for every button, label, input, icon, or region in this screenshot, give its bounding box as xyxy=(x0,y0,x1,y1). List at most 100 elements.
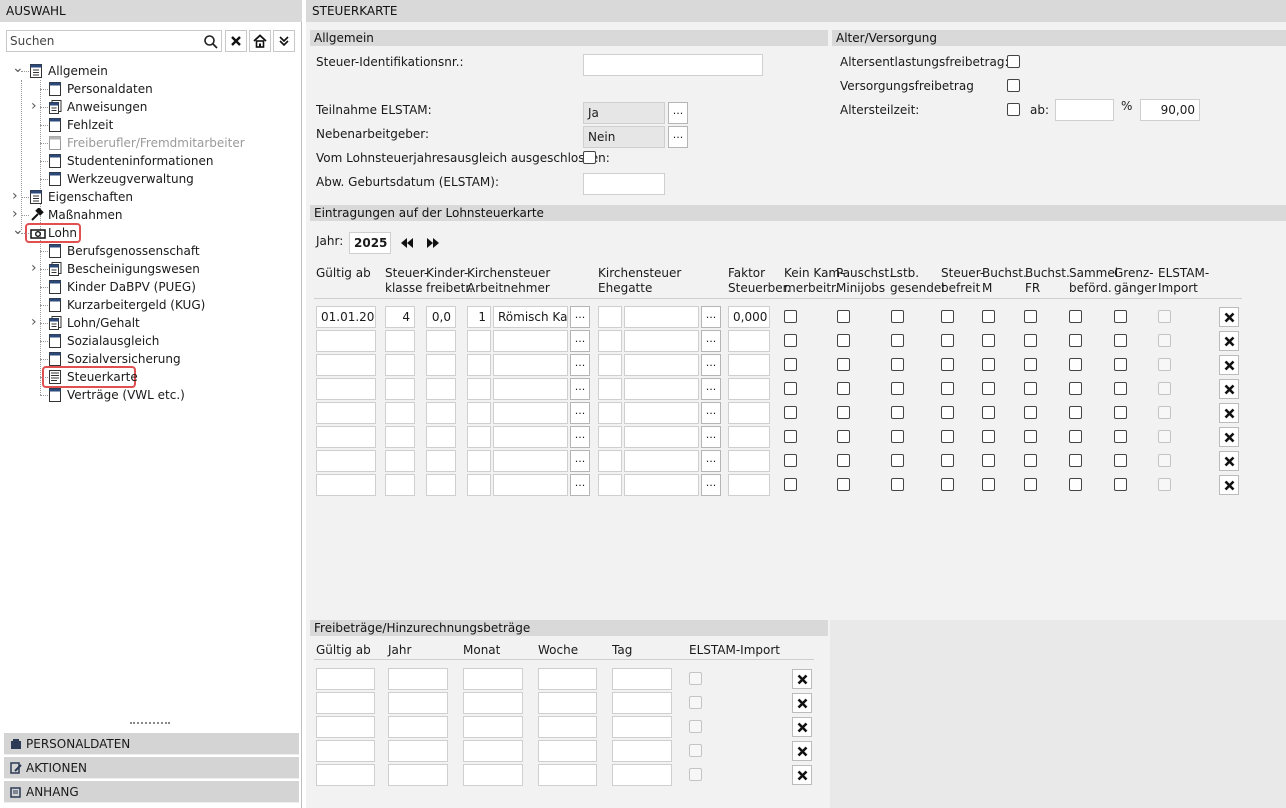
freibetrag-woche-input[interactable] xyxy=(538,764,597,786)
kirchensteuer-ehe-select-button[interactable]: ... xyxy=(701,354,721,376)
delete-row-button[interactable] xyxy=(1219,379,1239,399)
tab-anhang[interactable]: ANHANG xyxy=(4,781,299,803)
delete-freibetrag-button[interactable] xyxy=(792,717,812,737)
kinderfreibetrag-input[interactable] xyxy=(426,330,456,352)
delete-freibetrag-button[interactable] xyxy=(792,765,812,785)
sammelbefoerderung-checkbox[interactable] xyxy=(1069,382,1082,395)
kirchensteuer-ehe-input[interactable] xyxy=(624,378,699,400)
grenzgaenger-checkbox[interactable] xyxy=(1114,454,1127,467)
buchst-fr-checkbox[interactable] xyxy=(1024,382,1037,395)
kein-kammerbeitrag-checkbox[interactable] xyxy=(784,334,797,347)
next-year-button[interactable] xyxy=(426,237,440,252)
delete-freibetrag-button[interactable] xyxy=(792,669,812,689)
search-input[interactable] xyxy=(7,31,197,51)
kein-kammerbeitrag-checkbox[interactable] xyxy=(784,406,797,419)
kinderfreibetrag-input[interactable] xyxy=(426,474,456,496)
buchst-m-checkbox[interactable] xyxy=(982,478,995,491)
altersteilzeit-percent-input[interactable]: 90,00 xyxy=(1140,99,1200,121)
faktor-input[interactable] xyxy=(728,426,770,448)
pauschst-minijobs-checkbox[interactable] xyxy=(837,358,850,371)
kirchensteuer-ehe-select-button[interactable]: ... xyxy=(701,402,721,424)
freibetrag-gueltig-ab-input[interactable] xyxy=(316,716,375,738)
lohnsteuerjahresausgleich-checkbox[interactable] xyxy=(583,151,596,164)
kirchensteuer-ehe-code-input[interactable] xyxy=(598,474,622,496)
gueltig-ab-input[interactable] xyxy=(316,402,376,424)
kirchensteuer-an-select-button[interactable]: ... xyxy=(570,330,590,352)
chevron-right-icon[interactable]: › xyxy=(12,207,22,221)
jahr-input[interactable]: 2025 xyxy=(349,232,391,254)
steuerklasse-input[interactable]: 4 xyxy=(385,306,415,328)
sammelbefoerderung-checkbox[interactable] xyxy=(1069,454,1082,467)
freibetrag-tag-input[interactable] xyxy=(612,716,672,738)
lstb-gesendet-checkbox[interactable] xyxy=(891,310,904,323)
kirchensteuer-an-code-input[interactable] xyxy=(467,378,491,400)
steuerbefreit-checkbox[interactable] xyxy=(941,358,954,371)
grenzgaenger-checkbox[interactable] xyxy=(1114,406,1127,419)
lstb-gesendet-checkbox[interactable] xyxy=(891,334,904,347)
delete-row-button[interactable] xyxy=(1219,331,1239,351)
gueltig-ab-input[interactable] xyxy=(316,330,376,352)
gueltig-ab-input[interactable] xyxy=(316,426,376,448)
kirchensteuer-an-select-button[interactable]: ... xyxy=(570,474,590,496)
elstam-field[interactable]: Ja xyxy=(583,102,665,124)
freibetrag-monat-input[interactable] xyxy=(463,716,523,738)
kirchensteuer-ehe-input[interactable] xyxy=(624,426,699,448)
previous-year-button[interactable] xyxy=(400,237,414,252)
delete-freibetrag-button[interactable] xyxy=(792,693,812,713)
grenzgaenger-checkbox[interactable] xyxy=(1114,334,1127,347)
steuerklasse-input[interactable] xyxy=(385,426,415,448)
altersentlastung-checkbox[interactable] xyxy=(1007,55,1020,68)
kirchensteuer-an-select-button[interactable]: ... xyxy=(570,426,590,448)
kirchensteuer-an-code-input[interactable] xyxy=(467,402,491,424)
nebenarbeitgeber-select-button[interactable]: ... xyxy=(668,126,688,148)
freibetrag-jahr-input[interactable] xyxy=(388,764,448,786)
sammelbefoerderung-checkbox[interactable] xyxy=(1069,430,1082,443)
freibetrag-tag-input[interactable] xyxy=(612,692,672,714)
gueltig-ab-input[interactable] xyxy=(316,354,376,376)
freibetrag-monat-input[interactable] xyxy=(463,668,523,690)
kein-kammerbeitrag-checkbox[interactable] xyxy=(784,382,797,395)
delete-row-button[interactable] xyxy=(1219,475,1239,495)
kirchensteuer-an-input[interactable] xyxy=(493,330,568,352)
kirchensteuer-ehe-code-input[interactable] xyxy=(598,306,622,328)
delete-row-button[interactable] xyxy=(1219,307,1239,327)
kirchensteuer-an-input[interactable] xyxy=(493,378,568,400)
grenzgaenger-checkbox[interactable] xyxy=(1114,310,1127,323)
collapse-all-button[interactable] xyxy=(273,30,295,52)
steuerbefreit-checkbox[interactable] xyxy=(941,454,954,467)
grenzgaenger-checkbox[interactable] xyxy=(1114,358,1127,371)
kirchensteuer-an-select-button[interactable]: ... xyxy=(570,306,590,328)
buchst-m-checkbox[interactable] xyxy=(982,454,995,467)
kinderfreibetrag-input[interactable] xyxy=(426,402,456,424)
kein-kammerbeitrag-checkbox[interactable] xyxy=(784,478,797,491)
kirchensteuer-ehe-select-button[interactable]: ... xyxy=(701,306,721,328)
gueltig-ab-input[interactable] xyxy=(316,474,376,496)
faktor-input[interactable] xyxy=(728,354,770,376)
chevron-down-icon[interactable]: ⌄ xyxy=(12,61,24,76)
steuerbefreit-checkbox[interactable] xyxy=(941,478,954,491)
freibetrag-gueltig-ab-input[interactable] xyxy=(316,740,375,762)
pauschst-minijobs-checkbox[interactable] xyxy=(837,382,850,395)
freibetrag-tag-input[interactable] xyxy=(612,668,672,690)
versorgung-checkbox[interactable] xyxy=(1007,79,1020,92)
altersteilzeit-checkbox[interactable] xyxy=(1007,103,1020,116)
freibetrag-tag-input[interactable] xyxy=(612,764,672,786)
kirchensteuer-an-select-button[interactable]: ... xyxy=(570,354,590,376)
splitter-handle[interactable] xyxy=(130,722,170,724)
lstb-gesendet-checkbox[interactable] xyxy=(891,430,904,443)
buchst-fr-checkbox[interactable] xyxy=(1024,406,1037,419)
buchst-fr-checkbox[interactable] xyxy=(1024,478,1037,491)
steuerklasse-input[interactable] xyxy=(385,354,415,376)
buchst-fr-checkbox[interactable] xyxy=(1024,430,1037,443)
buchst-m-checkbox[interactable] xyxy=(982,334,995,347)
freibetrag-tag-input[interactable] xyxy=(612,740,672,762)
kirchensteuer-ehe-code-input[interactable] xyxy=(598,402,622,424)
lstb-gesendet-checkbox[interactable] xyxy=(891,406,904,419)
kinderfreibetrag-input[interactable] xyxy=(426,378,456,400)
sammelbefoerderung-checkbox[interactable] xyxy=(1069,310,1082,323)
delete-row-button[interactable] xyxy=(1219,427,1239,447)
kein-kammerbeitrag-checkbox[interactable] xyxy=(784,310,797,323)
steuerbefreit-checkbox[interactable] xyxy=(941,430,954,443)
faktor-input[interactable] xyxy=(728,378,770,400)
lstb-gesendet-checkbox[interactable] xyxy=(891,454,904,467)
